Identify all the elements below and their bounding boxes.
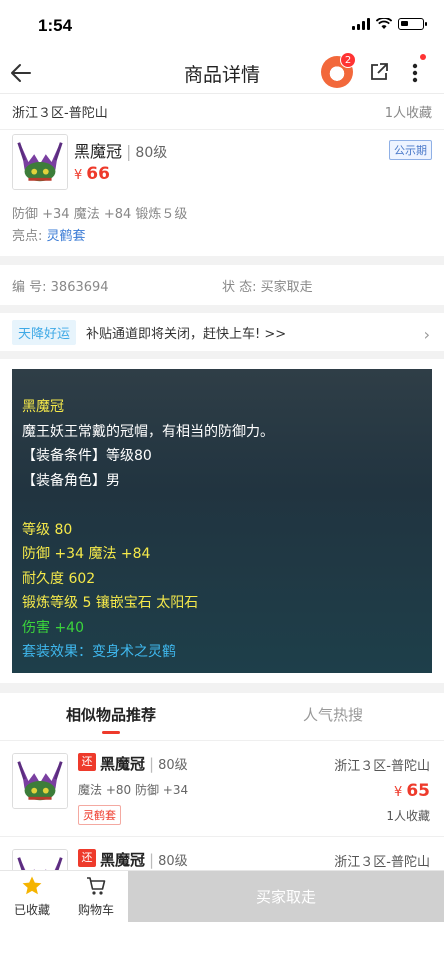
home-indicator-area bbox=[0, 922, 444, 960]
cart-label: 购物车 bbox=[77, 903, 114, 917]
similar-name-text: 黑魔冠 bbox=[100, 851, 146, 869]
tooltip-damage: 伤害 +40 bbox=[22, 619, 84, 636]
item-summary: 黑魔冠 | 80级 ¥66 公示期 bbox=[0, 130, 444, 198]
recommend-tabs: 相似物品推荐 人气热搜 bbox=[0, 693, 444, 741]
helmet-thumbnail-icon bbox=[12, 753, 68, 809]
tooltip-set-effect: 套装效果：变身术之灵鹤 bbox=[22, 644, 176, 660]
status-time: 1:54 bbox=[38, 16, 73, 35]
tooltip-durability: 耐久度 602 bbox=[22, 570, 96, 587]
item-attributes: 防御 +34 魔法 +84 锻炼５级 亮点: 灵鹤套 bbox=[0, 198, 444, 256]
cart-button[interactable]: 购物车 bbox=[64, 871, 128, 922]
item-tooltip: 黑魔冠 魔王妖王常戴的冠帽，有相当的防御力。 【装备条件】等级80 【装备角色】… bbox=[12, 369, 432, 673]
item-price: ¥66 bbox=[74, 164, 110, 184]
similar-favorites: 1人收藏 bbox=[386, 809, 430, 823]
set-tag: 灵鹤套 bbox=[78, 805, 121, 825]
similar-price-value: 65 bbox=[406, 781, 430, 801]
tab-trending[interactable]: 人气热搜 bbox=[222, 693, 444, 740]
similar-level: 80级 bbox=[158, 854, 188, 869]
tab-indicator bbox=[102, 731, 120, 734]
status-icons bbox=[352, 18, 427, 30]
tooltip-stats: 防御 +34 魔法 +84 bbox=[22, 546, 151, 562]
server-name: 浙江３区-普陀山 bbox=[12, 106, 108, 121]
serial-number: 编 号: 3863694 bbox=[12, 276, 222, 295]
helmet-thumbnail-icon[interactable] bbox=[12, 134, 68, 190]
server-row: 浙江３区-普陀山 1人收藏 bbox=[0, 94, 444, 130]
message-badge: 2 bbox=[340, 52, 356, 68]
buy-button[interactable]: 买家取走 bbox=[128, 871, 444, 922]
star-icon bbox=[22, 876, 42, 895]
state-value: 买家取走 bbox=[260, 279, 313, 295]
trade-state: 状 态: 买家取走 bbox=[222, 276, 432, 295]
item-name-text: 黑魔冠 bbox=[74, 142, 123, 161]
nav-bar: 商品详情 2 bbox=[0, 52, 444, 94]
cart-icon bbox=[87, 877, 106, 895]
status-badge: 公示期 bbox=[389, 140, 432, 160]
favorite-count: 1人收藏 bbox=[384, 106, 432, 121]
item-description-panel: 黑魔冠 魔王妖王常戴的冠帽，有相当的防御力。 【装备条件】等级80 【装备角色】… bbox=[0, 359, 444, 683]
similar-level: 80级 bbox=[158, 758, 188, 773]
signal-icon bbox=[352, 18, 370, 30]
promo-banner[interactable]: 天降好运 补贴通道即将关闭，赶快上车! >> › bbox=[0, 313, 444, 351]
highlight-value[interactable]: 灵鹤套 bbox=[47, 229, 86, 244]
tooltip-req-level: 【装备条件】等级80 bbox=[22, 448, 152, 464]
similar-price: ¥65 bbox=[394, 781, 430, 801]
similar-name: 黑魔冠 | 80级 bbox=[100, 755, 188, 773]
tooltip-level: 等级 80 bbox=[22, 521, 73, 538]
item-level: 80级 bbox=[135, 145, 168, 161]
similar-server: 浙江３区-普陀山 bbox=[334, 855, 430, 870]
promo-tag: 天降好运 bbox=[12, 319, 77, 345]
favorite-button[interactable]: 已收藏 bbox=[0, 871, 64, 922]
return-tag: 还 bbox=[78, 753, 96, 771]
tooltip-req-role: 【装备角色】男 bbox=[22, 472, 120, 489]
favorite-label: 已收藏 bbox=[13, 903, 50, 917]
serial-label: 编 号: bbox=[12, 279, 47, 295]
item-card: 浙江３区-普陀山 1人收藏 黑魔冠 | 80级 ¥66 公示期 防御 +34 魔法 … bbox=[0, 94, 444, 256]
tooltip-forge: 锻炼等级 5 镶嵌宝石 太阳石 bbox=[22, 595, 199, 611]
chevron-right-icon: › bbox=[423, 325, 430, 344]
price-value: 66 bbox=[86, 164, 110, 184]
tooltip-name: 黑魔冠 bbox=[22, 399, 64, 415]
similar-server: 浙江３区-普陀山 bbox=[334, 759, 430, 774]
similar-name-text: 黑魔冠 bbox=[100, 755, 146, 773]
tooltip-desc: 魔王妖王常戴的冠帽，有相当的防御力。 bbox=[22, 423, 274, 440]
share-icon[interactable] bbox=[368, 61, 390, 83]
item-name: 黑魔冠 | 80级 bbox=[74, 142, 168, 161]
highlight-label: 亮点: bbox=[12, 229, 43, 244]
state-label: 状 态: bbox=[222, 279, 257, 295]
more-icon[interactable] bbox=[408, 58, 422, 88]
similar-name: 黑魔冠 | 80级 bbox=[100, 851, 188, 869]
list-item[interactable]: 还 黑魔冠 | 80级 魔法 +80 防御 +34 灵鹤套 浙江３区-普陀山 ¥65… bbox=[0, 741, 444, 837]
bottom-action-bar: 已收藏 购物车 买家取走 bbox=[0, 870, 444, 922]
notification-dot bbox=[420, 54, 426, 60]
currency-symbol: ¥ bbox=[74, 168, 83, 183]
highlight-line: 亮点: 灵鹤套 bbox=[12, 226, 432, 248]
battery-icon bbox=[398, 18, 427, 30]
meta-row: 编 号: 3863694 状 态: 买家取走 bbox=[0, 265, 444, 305]
status-bar: 1:54 bbox=[0, 0, 444, 52]
serial-value: 3863694 bbox=[50, 279, 109, 295]
attr-line: 防御 +34 魔法 +84 锻炼５级 bbox=[12, 207, 188, 222]
wifi-icon bbox=[376, 18, 392, 29]
promo-text: 补贴通道即将关闭，赶快上车! >> bbox=[86, 326, 287, 342]
similar-attrs: 魔法 +80 防御 +34 bbox=[78, 783, 189, 797]
return-tag: 还 bbox=[78, 849, 96, 867]
